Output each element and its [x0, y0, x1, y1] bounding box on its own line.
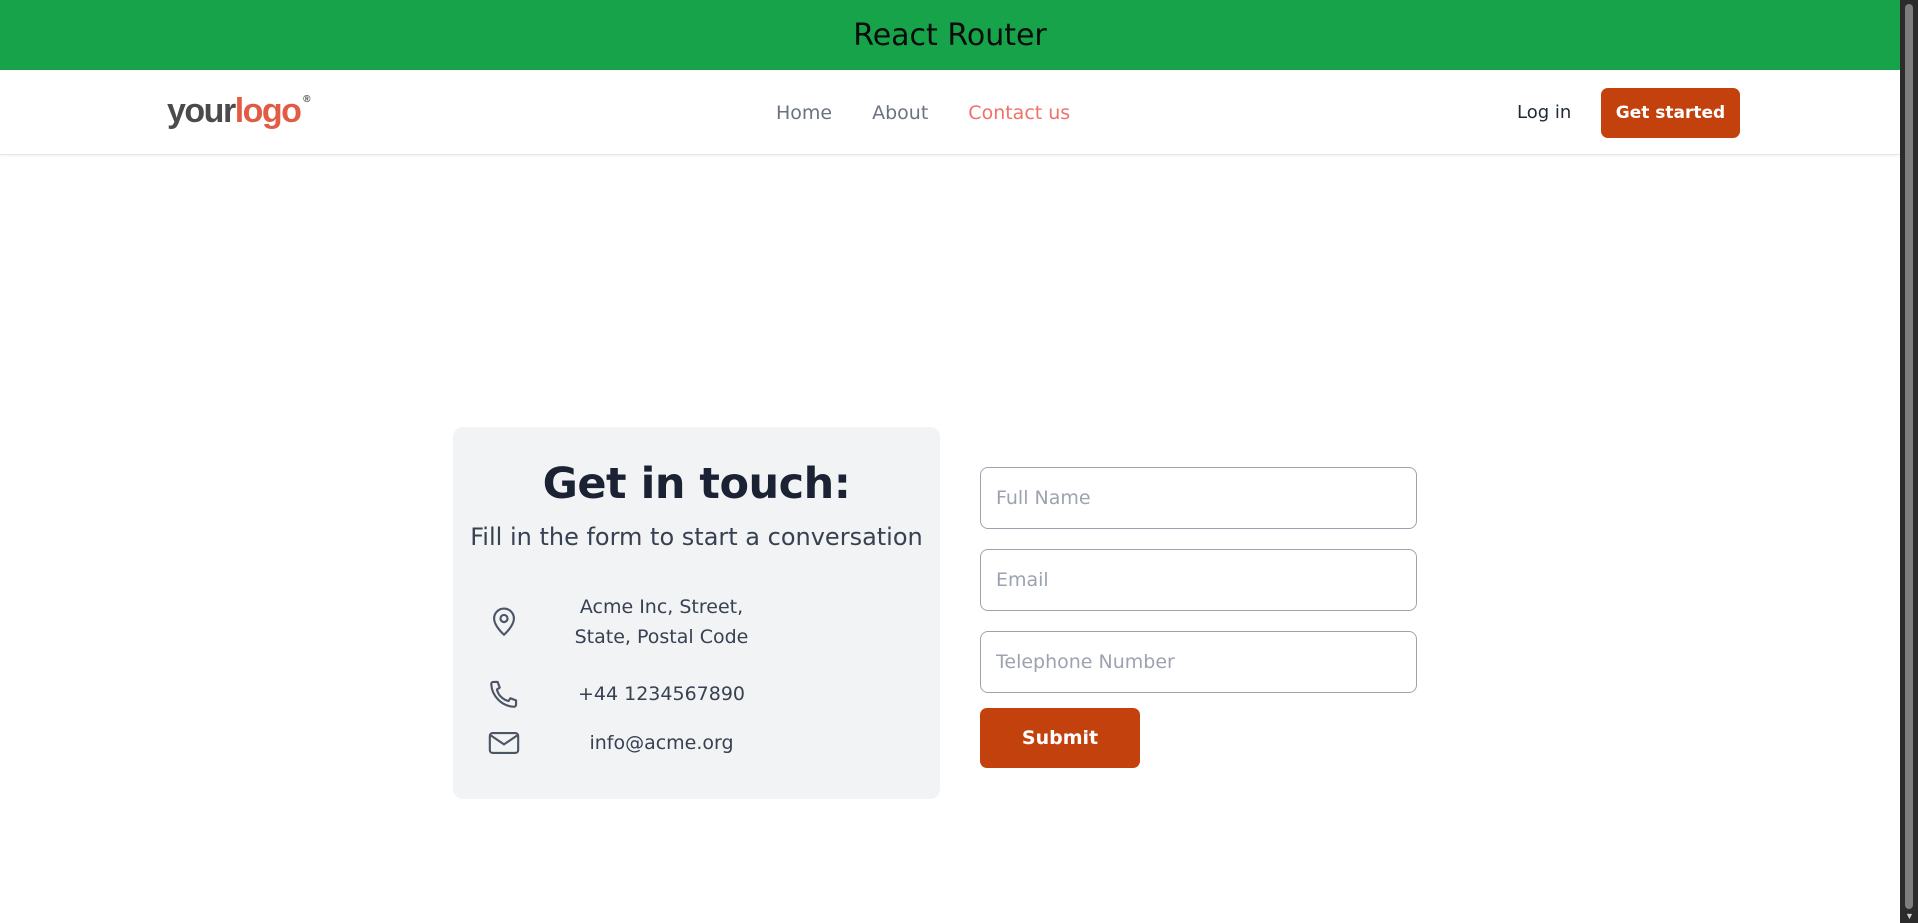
nav-link-home[interactable]: Home — [776, 102, 832, 124]
contact-form: Submit — [980, 467, 1417, 768]
logo-text-your: your — [167, 92, 236, 130]
contact-subheading: Fill in the form to start a conversation — [470, 523, 923, 551]
phone-text: +44 1234567890 — [577, 683, 746, 705]
page-scrollbar[interactable]: ▼ — [1900, 0, 1918, 923]
address-row: Acme Inc, Street, State, Postal Code — [486, 592, 764, 652]
nav-link-contact[interactable]: Contact us — [968, 102, 1070, 124]
logo-registered-mark: ® — [303, 94, 311, 105]
scroll-down-arrow-icon[interactable]: ▼ — [1905, 911, 1914, 921]
full-name-input[interactable] — [980, 467, 1417, 529]
main-nav: Home About Contact us — [776, 70, 1070, 155]
map-pin-icon — [486, 604, 522, 640]
submit-button[interactable]: Submit — [980, 708, 1140, 768]
contact-heading: Get in touch: — [542, 459, 851, 509]
contact-info-card: Get in touch: Fill in the form to start … — [453, 427, 940, 799]
address-line-1: Acme Inc, Street, — [579, 596, 744, 618]
phone-icon — [486, 676, 522, 712]
get-started-button[interactable]: Get started — [1601, 88, 1740, 138]
brand-logo[interactable]: yourlogo ® — [167, 92, 310, 130]
logo-text-logo: logo — [234, 92, 302, 130]
address-line-2: State, Postal Code — [574, 626, 749, 648]
top-banner: React Router — [0, 0, 1900, 70]
login-link[interactable]: Log in — [1517, 70, 1571, 155]
scrollbar-thumb[interactable] — [1905, 4, 1913, 909]
mail-icon — [486, 725, 522, 761]
email-text: info@acme.org — [589, 732, 734, 754]
email-row: info@acme.org — [486, 725, 764, 761]
email-input[interactable] — [980, 549, 1417, 611]
telephone-input[interactable] — [980, 631, 1417, 693]
banner-title: React Router — [853, 17, 1047, 53]
navbar: yourlogo ® Home About Contact us Log in G… — [0, 70, 1900, 155]
address-text: Acme Inc, Street, State, Postal Code — [559, 592, 764, 652]
nav-link-about[interactable]: About — [872, 102, 928, 124]
phone-row: +44 1234567890 — [486, 676, 764, 712]
